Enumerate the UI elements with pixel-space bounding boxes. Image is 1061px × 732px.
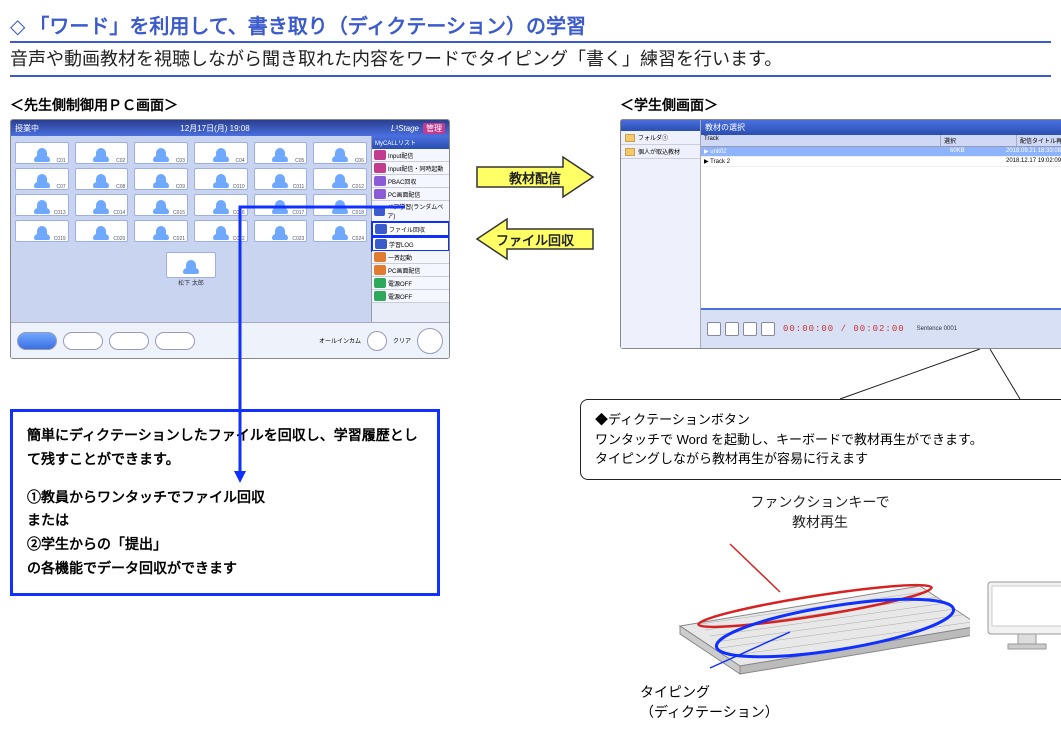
seat[interactable]: C03	[134, 142, 188, 164]
student-blank-area	[701, 167, 1061, 308]
seat[interactable]: C09	[134, 168, 188, 190]
rewind-button[interactable]	[707, 322, 721, 336]
seat[interactable]: C05	[254, 142, 308, 164]
explanation-box: 簡単にディクテーションしたファイルを回収し、学習履歴として残すことができます。 …	[10, 409, 440, 596]
teacher-date: 12月17日(月) 19:08	[180, 123, 249, 134]
sidebar-item[interactable]: 一斉起動	[372, 251, 449, 264]
arrow-send: 教材配信	[475, 155, 595, 199]
seat[interactable]: C018	[313, 194, 367, 216]
arrow-send-label: 教材配信	[475, 155, 595, 199]
teacher-screen-mock: 授業中 12月17日(月) 19:08 L³Stage 管理 C01 C02C03…	[10, 119, 450, 359]
student-player-controls: 00:00:00 / 00:02:00 Sentence 0001	[701, 308, 1061, 348]
sidebar-item[interactable]: PC画面配信	[372, 264, 449, 277]
seat[interactable]: C019	[15, 220, 69, 242]
seat[interactable]: C021	[134, 220, 188, 242]
stop-button[interactable]	[743, 322, 757, 336]
student-folder-item[interactable]: 個人が取込教材	[621, 145, 700, 159]
footer-pill[interactable]	[155, 332, 195, 350]
seat[interactable]: C022	[194, 220, 248, 242]
footer-pill-main[interactable]	[17, 332, 57, 350]
teacher-panel-label: ＜先生側制御用ＰＣ画面＞	[10, 95, 450, 115]
teacher-own-seat: 松下 太郎	[166, 252, 216, 287]
material-row[interactable]: ▶ Track 22018.12.17 19:02:09	[701, 157, 1061, 167]
seat[interactable]: C015	[134, 194, 188, 216]
student-screen-mock: フォルダ①個人が取込教材 教材の選択 Track 選択 配信タイトル再生 日付 …	[620, 119, 1061, 349]
dictation-line: ワンタッチで Word を起動し、キーボードで教材再生ができます。	[595, 430, 1061, 450]
sidebar-item[interactable]: 電源OFF	[372, 277, 449, 290]
sidebar-item[interactable]: ファイル回収	[371, 221, 450, 237]
seat[interactable]: C024	[313, 220, 367, 242]
seat[interactable]: C016	[194, 194, 248, 216]
footer-dpad[interactable]	[417, 328, 443, 354]
student-window-title: 教材の選択	[701, 120, 1061, 135]
seat[interactable]: C010	[194, 168, 248, 190]
sidebar-item[interactable]: Input配信・同時起動	[372, 162, 449, 175]
dictation-info-box: ◆ディクテーションボタン ワンタッチで Word を起動し、キーボードで教材再生…	[580, 399, 1061, 480]
sentence-indicator: Sentence 0001	[917, 326, 957, 332]
seat[interactable]: C08	[75, 168, 129, 190]
student-illustration	[980, 492, 1061, 692]
keyboard-top-label: ファンクションキーで 教材再生	[670, 492, 970, 532]
explain-line: の各機能でデータ回収ができます	[27, 557, 423, 581]
explain-line: ②学生からの「提出」	[27, 533, 423, 557]
seat[interactable]: C013	[15, 194, 69, 216]
seat[interactable]: C017	[254, 194, 308, 216]
footer-clear-label: クリア	[393, 336, 411, 345]
seat[interactable]: C011	[254, 168, 308, 190]
seat[interactable]: C01	[15, 142, 69, 164]
seat[interactable]: C023	[254, 220, 308, 242]
seat[interactable]: C014	[75, 194, 129, 216]
seat[interactable]: C07	[15, 168, 69, 190]
teacher-name: 松下 太郎	[166, 278, 216, 287]
sidebar-item[interactable]: PC画面配信	[372, 188, 449, 201]
explain-line: ①教員からワンタッチでファイル回収	[27, 486, 423, 510]
sidebar-item[interactable]: Input配信	[372, 149, 449, 162]
teacher-sidebar: MyCALLリスト Input配信Input配信・同時起動PBAC回収PC画面配…	[371, 136, 449, 322]
explain-line: 簡単にディクテーションしたファイルを回収し、学習履歴として残すことができます。	[27, 424, 423, 472]
player-timer: 00:00:00 / 00:02:00	[783, 324, 905, 334]
teacher-status: 授業中	[15, 123, 39, 134]
diamond-icon: ◇	[10, 14, 25, 39]
sidebar-item[interactable]: ペア学習(ランダムペア)	[372, 201, 449, 222]
seat[interactable]: C02	[75, 142, 129, 164]
arrow-collect-label: ファイル回収	[475, 217, 595, 261]
dictation-heading: ◆ディクテーションボタン	[595, 410, 1061, 430]
page-title: 「ワード」を利用して、書き取り（ディクテーション）の学習	[29, 10, 586, 39]
teacher-footer: オールインカム クリア	[11, 322, 449, 358]
material-row[interactable]: ▶ unit0260KB2018.09.21 18:33:08	[701, 147, 1061, 157]
keyboard-illustration	[670, 536, 970, 676]
student-table-header: Track 選択 配信タイトル再生 日付	[701, 135, 1061, 147]
seat[interactable]: C06	[313, 142, 367, 164]
seat[interactable]: C04	[194, 142, 248, 164]
teacher-admin: 管理	[423, 123, 445, 134]
arrow-collect: ファイル回収	[475, 217, 595, 261]
ff-button[interactable]	[761, 322, 775, 336]
student-folder-item[interactable]: フォルダ①	[621, 131, 700, 145]
teacher-brand: L³Stage	[391, 124, 419, 133]
teacher-header: 授業中 12月17日(月) 19:08 L³Stage 管理	[11, 120, 449, 136]
seat[interactable]: C012	[313, 168, 367, 190]
footer-pill[interactable]	[63, 332, 103, 350]
page-subtitle: 音声や動画教材を視聴しながら聞き取れた内容をワードでタイピング「書く」練習を行い…	[10, 45, 1051, 77]
footer-pill[interactable]	[109, 332, 149, 350]
keyboard-bottom-label: タイピング （ディクテーション）	[640, 682, 970, 722]
page-title-row: ◇ 「ワード」を利用して、書き取り（ディクテーション）の学習	[10, 10, 1051, 43]
sidebar-item[interactable]: 学習LOG	[371, 236, 450, 252]
dictation-line: タイピングしながら教材再生が容易に行えます	[595, 449, 1061, 469]
student-panel-label: ＜学生側画面＞	[620, 95, 1061, 115]
student-left-pane: フォルダ①個人が取込教材	[621, 120, 701, 348]
sidebar-item[interactable]: PBAC回収	[372, 175, 449, 188]
footer-clear-button[interactable]	[367, 331, 387, 351]
sidebar-item[interactable]: 電源OFF	[372, 290, 449, 303]
seat-area: C01C02C03C04C05C06C07C08C09C010C011C012C…	[11, 136, 371, 322]
footer-allincome[interactable]: オールインカム	[319, 336, 361, 345]
seat[interactable]: C020	[75, 220, 129, 242]
sidebar-title: MyCALLリスト	[372, 136, 449, 149]
explain-line: または	[27, 509, 423, 533]
play-button[interactable]	[725, 322, 739, 336]
